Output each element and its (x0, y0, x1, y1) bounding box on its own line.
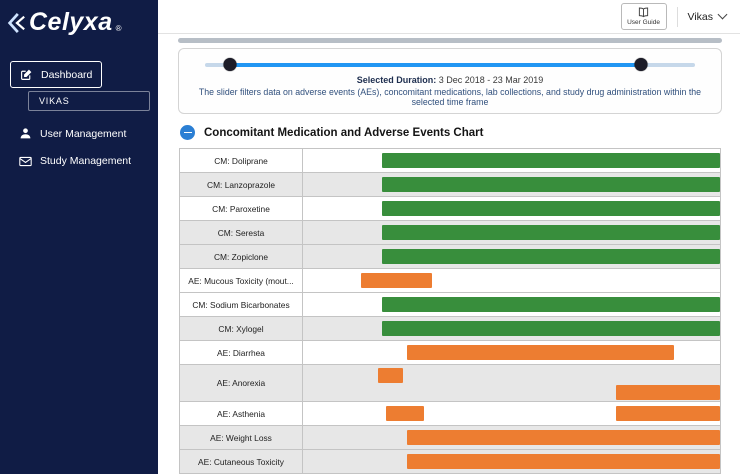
chart-row-label: CM: Seresta (179, 221, 303, 244)
sidebar-item-vikas[interactable]: VIKAS (28, 91, 150, 111)
chart-row-track (303, 245, 721, 268)
ae-bar[interactable] (361, 273, 432, 288)
ae-bar[interactable] (378, 368, 403, 383)
sidebar-item-study-management[interactable]: Study Management (10, 149, 148, 173)
app-root: Celyxa ® Dashboard VIKAS (0, 0, 740, 474)
chart-row-track (303, 317, 721, 340)
collapse-minus-icon[interactable] (180, 125, 195, 140)
chevron-down-icon (718, 10, 728, 20)
selected-duration-value: 3 Dec 2018 - 23 Mar 2019 (439, 75, 544, 85)
chart-row: AE: Asthenia (179, 402, 721, 426)
ae-bar[interactable] (616, 406, 720, 421)
slider-handle-left[interactable] (223, 58, 236, 71)
top-bar: User Guide Vikas (158, 0, 740, 34)
logo-registered-mark: ® (116, 24, 122, 33)
slider-description: The slider filters data on adverse event… (197, 87, 703, 107)
chart-row: AE: Mucous Toxicity (mout... (179, 269, 721, 293)
chart-row: AE: Anorexia (179, 365, 721, 402)
sidebar-subitem-label: VIKAS (39, 96, 70, 106)
chart-row-label: AE: Anorexia (179, 365, 303, 401)
ae-bar[interactable] (386, 406, 424, 421)
sidebar-item-user-management[interactable]: User Management (10, 121, 148, 146)
chart-row-track (303, 293, 721, 316)
user-name: Vikas (688, 11, 714, 23)
chart-row: CM: Zopiclone (179, 245, 721, 269)
chart-row-track (303, 221, 721, 244)
chart-row-label: AE: Cutaneous Toxicity (179, 450, 303, 473)
sidebar-item-label: Dashboard (41, 69, 92, 81)
chart-row-track (303, 341, 721, 364)
logo-text: Celyxa (29, 8, 113, 37)
user-guide-button[interactable]: User Guide (621, 3, 667, 30)
chart-row: AE: Cutaneous Toxicity (179, 450, 721, 474)
user-menu[interactable]: Vikas (688, 11, 731, 23)
selected-duration-label: Selected Duration: (357, 75, 437, 85)
user-icon (19, 127, 32, 140)
main-area: User Guide Vikas Selected Duration: (158, 0, 740, 474)
chart-row-track (303, 149, 721, 172)
ae-bar[interactable] (407, 345, 674, 360)
cm-bar[interactable] (382, 297, 720, 312)
user-guide-label: User Guide (627, 19, 660, 26)
chart-row-track (303, 197, 721, 220)
chart-row-label: AE: Weight Loss (179, 426, 303, 449)
ae-bar[interactable] (616, 385, 720, 400)
chart-row: CM: Doliprane (179, 149, 721, 173)
cm-bar[interactable] (382, 225, 720, 240)
chart-row-track (303, 426, 721, 449)
cm-bar[interactable] (382, 249, 720, 264)
chart-row: CM: Sodium Bicarbonates (179, 293, 721, 317)
chart-row-track (303, 173, 721, 196)
sidebar-nav: Dashboard VIKAS User Management (0, 61, 158, 173)
chart-row-label: CM: Lanzoprazole (179, 173, 303, 196)
cm-bar[interactable] (382, 153, 720, 168)
chart-row: CM: Seresta (179, 221, 721, 245)
chart-row: CM: Paroxetine (179, 197, 721, 221)
horizontal-scrollbar[interactable] (178, 38, 722, 43)
ae-bar[interactable] (407, 454, 720, 469)
chart-row: AE: Weight Loss (179, 426, 721, 450)
logo[interactable]: Celyxa ® (0, 0, 158, 47)
chart-row-label: CM: Paroxetine (179, 197, 303, 220)
sidebar-item-label: Study Management (40, 155, 131, 167)
chart-title: Concomitant Medication and Adverse Event… (204, 127, 483, 139)
chart-row-label: CM: Doliprane (179, 149, 303, 172)
pencil-square-icon (20, 68, 33, 81)
slider-handle-right[interactable] (635, 58, 648, 71)
sidebar: Celyxa ® Dashboard VIKAS (0, 0, 158, 474)
chart-row-label: AE: Asthenia (179, 402, 303, 425)
chart-section-header: Concomitant Medication and Adverse Event… (180, 125, 720, 140)
cm-bar[interactable] (382, 321, 720, 336)
sidebar-item-dashboard[interactable]: Dashboard (10, 61, 102, 88)
selected-duration: Selected Duration: 3 Dec 2018 - 23 Mar 2… (197, 75, 703, 85)
book-icon (638, 7, 649, 18)
chart-row-track (303, 402, 721, 425)
chart-row-label: CM: Sodium Bicarbonates (179, 293, 303, 316)
duration-filter-panel: Selected Duration: 3 Dec 2018 - 23 Mar 2… (178, 48, 722, 114)
cm-bar[interactable] (382, 177, 720, 192)
ae-bar[interactable] (407, 430, 720, 445)
chart-row-track (303, 450, 721, 473)
chart-row: CM: Lanzoprazole (179, 173, 721, 197)
chart-row-label: AE: Mucous Toxicity (mout... (179, 269, 303, 292)
chart-row-label: CM: Xylogel (179, 317, 303, 340)
cm-bar[interactable] (382, 201, 720, 216)
chart-row: AE: Diarrhea (179, 341, 721, 365)
gantt-chart: CM: DolipraneCM: LanzoprazoleCM: Paroxet… (179, 148, 721, 474)
dashboard-content: Selected Duration: 3 Dec 2018 - 23 Mar 2… (158, 34, 740, 474)
envelope-icon (19, 156, 32, 167)
chart-row-track (303, 365, 721, 401)
logo-chevrons-icon (6, 10, 26, 36)
chart-row-track (303, 269, 721, 292)
chart-row-label: CM: Zopiclone (179, 245, 303, 268)
chart-row-label: AE: Diarrhea (179, 341, 303, 364)
sidebar-item-label: User Management (40, 128, 126, 140)
duration-range-slider[interactable] (205, 57, 695, 72)
header-divider (677, 7, 678, 27)
chart-row: CM: Xylogel (179, 317, 721, 341)
slider-range[interactable] (230, 63, 642, 67)
